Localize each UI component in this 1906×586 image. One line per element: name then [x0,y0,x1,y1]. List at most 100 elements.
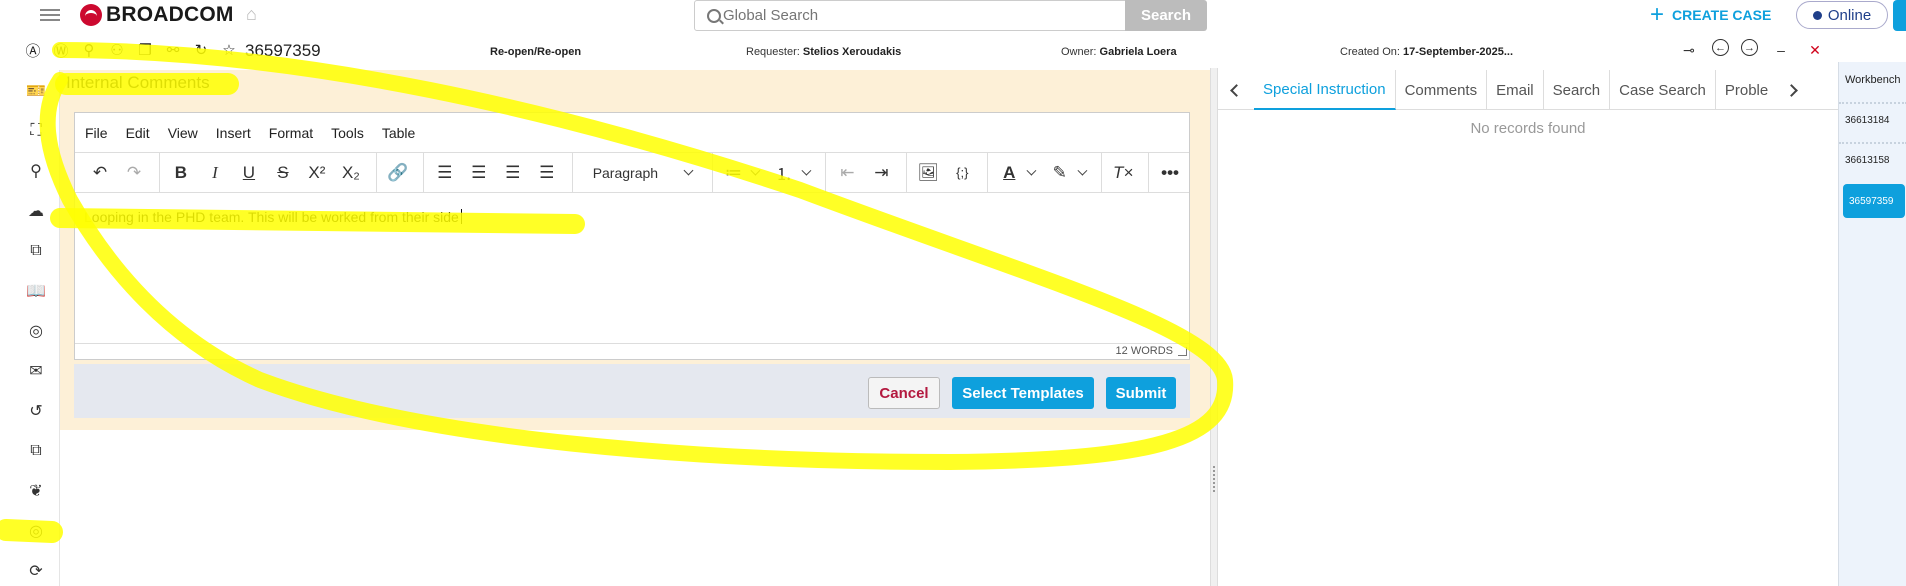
align-right-icon[interactable]: ☰ [498,159,528,187]
search-button[interactable]: Search [1125,0,1207,31]
left-icon-rail: 🎫 ⛶ ⚲ ☁ ⧉ 📖 ◎ ✉ ↺ ⧉ ❦ ◎ ⟳ [0,70,60,586]
align-center-icon[interactable]: ☰ [464,159,494,187]
back-icon[interactable]: ← [1712,39,1729,56]
menu-icon[interactable] [40,6,60,22]
align-left-icon[interactable]: ☰ [430,159,460,187]
workbench-panel: Workbench 36613184 36613158 36597359 [1838,62,1906,586]
hierarchy-icon[interactable]: ⛶ [25,120,47,142]
cancel-button[interactable]: Cancel [868,377,940,409]
target-icon[interactable]: ◎ [25,520,47,542]
workbench-item-active[interactable]: 36597359 [1843,184,1905,218]
tab-special-instruction[interactable]: Special Instruction [1254,70,1396,110]
mail-icon[interactable]: ✉ [25,360,47,382]
toolbar-divider [375,152,377,193]
panel-splitter[interactable] [1210,68,1218,586]
pin-icon[interactable]: ⊸ [1678,39,1700,61]
block-format-value: Paragraph [592,164,659,181]
underline-icon[interactable]: U [234,159,264,187]
tab-comments[interactable]: Comments [1396,70,1488,110]
history-icon[interactable]: ↺ [25,400,47,422]
tabs-prev-button[interactable] [1218,70,1254,110]
minimize-icon[interactable]: – [1770,39,1792,61]
telescope-icon[interactable]: ⚲ [25,160,47,182]
star-icon[interactable]: ☆ [218,39,240,61]
menu-tools[interactable]: Tools [331,125,364,141]
resize-handle-icon[interactable] [1178,347,1187,356]
chevron-down-icon[interactable] [1026,165,1037,176]
case-number: 36597359 [245,41,321,60]
book-icon[interactable]: 📖 [25,280,47,302]
editor-toolbar: ↶ ↷ B I U S X² X₂ 🔗 ☰ ☰ ☰ ☰ Paragraph ≔ … [75,152,1189,193]
workbench-item[interactable]: 36613184 [1839,102,1906,136]
global-search[interactable] [694,0,1126,31]
user-icon[interactable]: ⚇ [106,39,128,61]
align-justify-icon[interactable]: ☰ [532,159,562,187]
chevron-left-icon [1229,83,1243,97]
case-w-icon[interactable]: Ⓦ [50,39,72,61]
menu-file[interactable]: File [85,125,108,141]
more-icon[interactable]: ••• [1155,159,1185,187]
menu-format[interactable]: Format [269,125,313,141]
forward-icon[interactable]: → [1741,39,1758,56]
tabs-next-button[interactable] [1774,70,1810,110]
submit-button[interactable]: Submit [1106,377,1176,409]
menu-edit[interactable]: Edit [126,125,150,141]
select-templates-button[interactable]: Select Templates [952,377,1094,409]
tab-case-search[interactable]: Case Search [1610,70,1716,110]
outdent-icon[interactable]: ⇤ [832,159,862,187]
comment-textarea[interactable]: Looping in the PHD team. This will be wo… [75,193,1189,343]
link-icon[interactable]: ⚯ [162,39,184,61]
italic-icon[interactable]: I [200,159,230,187]
redo-icon[interactable]: ↷ [119,159,149,187]
highlight-color-icon[interactable]: ✎ [1045,159,1075,187]
broadcom-logo[interactable]: BROADCOM [80,2,234,28]
superscript-icon[interactable]: X² [302,159,332,187]
workflow-icon[interactable]: ⧉ [25,440,47,462]
chevron-down-icon [683,165,694,176]
menu-table[interactable]: Table [382,125,415,141]
menu-view[interactable]: View [168,125,198,141]
block-format-select[interactable]: Paragraph [583,159,702,187]
numbered-list-icon[interactable]: ⒈ [769,159,799,187]
diagram-icon[interactable]: ⧉ [25,240,47,262]
undo-icon[interactable]: ↶ [85,159,115,187]
clear-formatting-icon[interactable]: T× [1108,159,1138,187]
code-sample-icon[interactable]: {;} [947,159,977,187]
status-dot-icon [1812,10,1822,20]
close-icon[interactable]: ✕ [1804,39,1826,61]
home-icon[interactable]: ⌂ [246,4,257,25]
tab-search[interactable]: Search [1544,70,1611,110]
tab-problem[interactable]: Proble [1716,70,1774,110]
subscript-icon[interactable]: X₂ [336,159,366,187]
text-color-icon[interactable]: A [994,159,1024,187]
bug-icon[interactable]: ◎ [25,320,47,342]
toolbar-divider [1101,152,1103,193]
ticket-icon[interactable]: 🎫 [25,80,47,102]
empty-state: No records found [1470,120,1586,137]
copy-icon[interactable]: ❐ [134,39,156,61]
tab-email[interactable]: Email [1487,70,1544,110]
cloud-icon[interactable]: ☁ [25,200,47,222]
menu-insert[interactable]: Insert [216,125,251,141]
bullet-list-icon[interactable]: ≔ [718,159,748,187]
create-case-button[interactable]: + CREATE CASE [1650,1,1771,28]
indent-icon[interactable]: ⇥ [866,159,896,187]
strikethrough-icon[interactable]: S [268,159,298,187]
refresh-icon[interactable]: ↻ [190,39,212,61]
image-icon[interactable]: 🖼 [913,159,943,187]
sync-icon[interactable]: ⟳ [25,560,47,582]
workbench-item[interactable]: 36613158 [1839,142,1906,176]
bold-icon[interactable]: B [166,159,196,187]
link-icon[interactable]: 🔗 [383,159,413,187]
status-toggle[interactable]: Online [1796,1,1888,29]
case-requester: Requester: Stelios Xeroudakis [746,46,902,58]
chevron-down-icon[interactable] [1077,165,1087,176]
telescope-icon[interactable]: ⚲ [78,39,100,61]
case-a-icon[interactable]: Ⓐ [22,39,44,61]
chevron-down-icon[interactable] [750,165,761,176]
global-search-input[interactable] [723,7,1103,24]
profile-button[interactable] [1893,0,1906,31]
text-caret [460,209,462,224]
chevron-down-icon[interactable] [801,165,812,176]
leaf-icon[interactable]: ❦ [25,480,47,502]
